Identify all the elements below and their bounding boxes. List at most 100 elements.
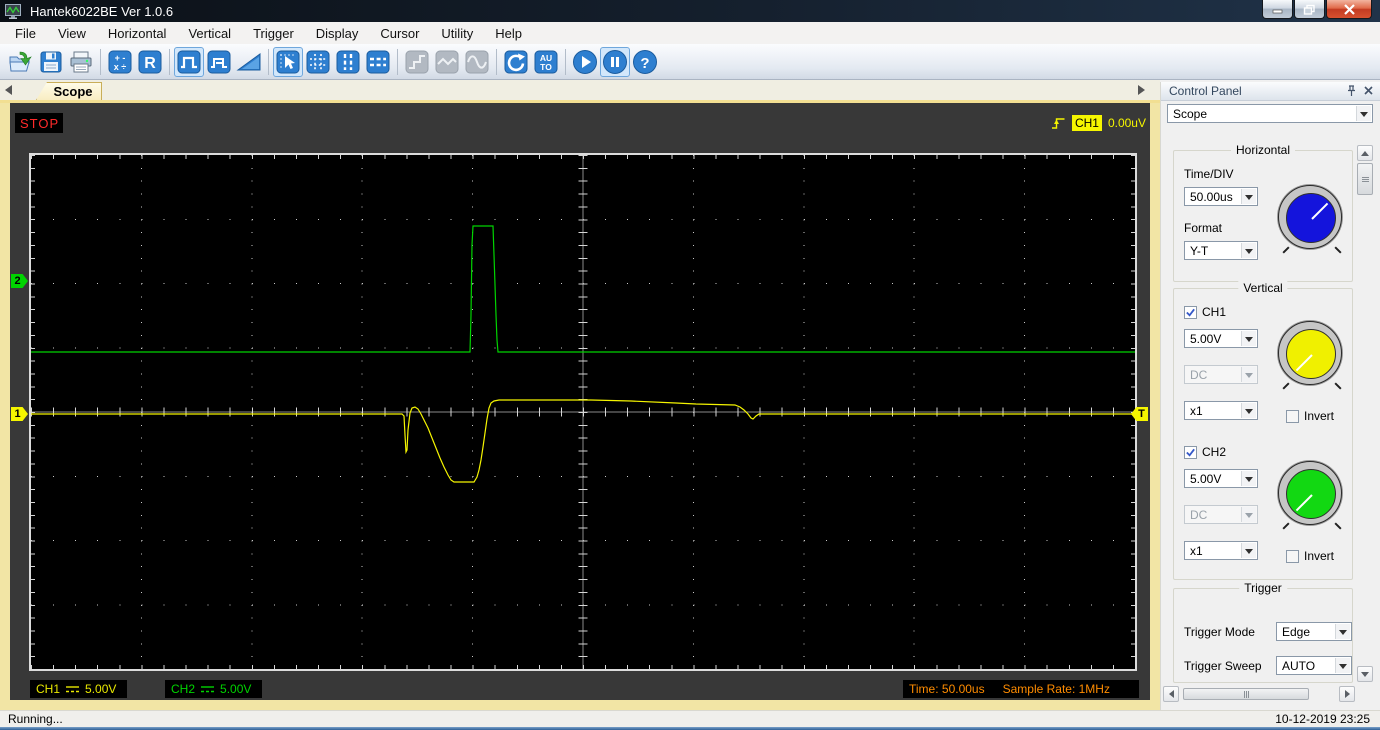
ramp-button[interactable] [234, 47, 264, 77]
ch1-invert-checkbox[interactable]: Invert [1286, 409, 1334, 423]
ch2-invert-checkbox[interactable]: Invert [1286, 549, 1334, 563]
segments-button [432, 47, 462, 77]
title-bar: Hantek6022BE Ver 1.0.6 [0, 0, 1380, 22]
format-select[interactable]: Y-T [1184, 241, 1258, 260]
tab-scope-label: Scope [53, 84, 93, 99]
vertical-group-title: Vertical [1238, 281, 1288, 295]
square-wave-icon [177, 50, 201, 73]
square-wave-button[interactable] [174, 46, 204, 77]
ch1-enable-checkbox[interactable]: CH1 [1184, 305, 1226, 319]
restore-button[interactable] [1294, 0, 1325, 19]
menu-help[interactable]: Help [484, 24, 533, 43]
panel-scroll-right-button[interactable] [1339, 686, 1355, 702]
chevron-down-icon [1241, 543, 1256, 558]
timebase-badge: Time: 50.00us Sample Rate: 1MHz [903, 680, 1139, 698]
status-message: Running... [8, 712, 63, 726]
pin-icon[interactable] [1346, 85, 1357, 100]
ch1-position-marker[interactable]: 1 [11, 407, 28, 421]
ch2-probe-select[interactable]: x1 [1184, 541, 1258, 560]
vertical-cursors-button[interactable] [333, 47, 363, 77]
panel-scroll-down-button[interactable] [1357, 666, 1373, 682]
time-div-label: Time/DIV [1184, 167, 1234, 181]
ch1-position-knob[interactable] [1276, 319, 1348, 391]
print-button[interactable] [66, 47, 96, 77]
ch1-volts-select[interactable]: 5.00V [1184, 329, 1258, 348]
close-button[interactable] [1326, 0, 1372, 19]
ramp-icon [236, 52, 261, 70]
page-border-bottom [0, 700, 1160, 710]
autoset-button[interactable]: AU TO [531, 47, 561, 77]
acquisition-status: STOP [15, 113, 63, 133]
panel-close-icon[interactable] [1363, 85, 1374, 99]
open-button[interactable] [6, 47, 36, 77]
waveform-canvas [31, 155, 1135, 669]
pulse-icon [207, 50, 231, 73]
start-icon [573, 49, 597, 74]
refresh-button[interactable] [501, 47, 531, 77]
start-button[interactable] [570, 47, 600, 77]
time-div-select[interactable]: 50.00us [1184, 187, 1258, 206]
trigger-sweep-select[interactable]: AUTO [1276, 656, 1352, 675]
trigger-mode-select[interactable]: Edge [1276, 622, 1352, 641]
minimize-button[interactable] [1262, 0, 1293, 19]
help-button[interactable]: ? [630, 47, 660, 77]
panel-scroll-up-button[interactable] [1357, 145, 1373, 161]
math-button[interactable]: + - x ÷ [105, 47, 135, 77]
chevron-down-icon [1356, 106, 1371, 121]
vertical-group: Vertical CH1 5.00V DC x1 Invert CH2 5.00… [1173, 281, 1353, 580]
menu-file[interactable]: File [4, 24, 47, 43]
ch2-position-knob[interactable] [1276, 459, 1348, 531]
panel-scroll-left-button[interactable] [1163, 686, 1179, 702]
refresh-icon [504, 50, 528, 73]
toolbar-separator [565, 48, 566, 75]
chevron-down-icon [1241, 189, 1256, 204]
panel-vscroll-thumb[interactable] [1357, 163, 1373, 195]
ch2-position-marker[interactable]: 2 [11, 274, 28, 288]
ch1-probe-select[interactable]: x1 [1184, 401, 1258, 420]
tab-scroll-right-icon[interactable] [1138, 85, 1145, 95]
menu-trigger[interactable]: Trigger [242, 24, 305, 43]
ch2-volts-select[interactable]: 5.00V [1184, 469, 1258, 488]
menu-display[interactable]: Display [305, 24, 370, 43]
cursor-button[interactable] [273, 46, 303, 77]
scope-display[interactable] [29, 153, 1137, 671]
ch2-scale-badge[interactable]: CH2 5.00V [165, 680, 262, 698]
trigger-sweep-label: Trigger Sweep [1184, 659, 1262, 673]
panel-mode-select[interactable]: Scope [1167, 104, 1373, 123]
panel-hscroll-thumb[interactable] [1183, 688, 1309, 700]
svg-text:TO: TO [540, 62, 552, 72]
control-panel: Control Panel Scope Horizontal Time/DIV … [1160, 82, 1380, 710]
pause-icon [603, 49, 627, 74]
cursor-icon [276, 50, 300, 73]
print-icon [70, 51, 92, 72]
sine-button [462, 47, 492, 77]
chevron-down-icon [1241, 403, 1256, 418]
toolbar-separator [496, 48, 497, 75]
grid-button[interactable] [303, 47, 333, 77]
menu-vertical[interactable]: Vertical [177, 24, 242, 43]
tab-strip: Scope [0, 80, 1160, 100]
tab-scope[interactable]: Scope [36, 82, 102, 100]
menu-view[interactable]: View [47, 24, 97, 43]
chevron-down-icon [1335, 658, 1350, 673]
menu-utility[interactable]: Utility [430, 24, 484, 43]
tab-scroll-left-icon[interactable] [5, 85, 12, 95]
ch1-coupling-select: DC [1184, 365, 1258, 384]
pulse-button[interactable] [204, 47, 234, 77]
autoset-icon: AU TO [534, 50, 558, 73]
menu-cursor[interactable]: Cursor [369, 24, 430, 43]
svg-text:x ÷: x ÷ [114, 62, 127, 72]
ch1-scale-badge[interactable]: CH1 5.00V [30, 680, 127, 698]
horizontal-cursors-button[interactable] [363, 47, 393, 77]
save-button[interactable] [36, 47, 66, 77]
control-panel-title: Control Panel [1169, 84, 1242, 98]
sine-icon [465, 50, 489, 73]
trigger-group-title: Trigger [1239, 581, 1287, 595]
menu-horizontal[interactable]: Horizontal [97, 24, 178, 43]
reference-button[interactable]: R [135, 47, 165, 77]
ch2-enable-checkbox[interactable]: CH2 [1184, 445, 1226, 459]
grid-icon [306, 50, 330, 73]
pause-button[interactable] [600, 46, 630, 77]
horizontal-position-knob[interactable] [1276, 183, 1348, 255]
horizontal-group-title: Horizontal [1230, 143, 1296, 157]
